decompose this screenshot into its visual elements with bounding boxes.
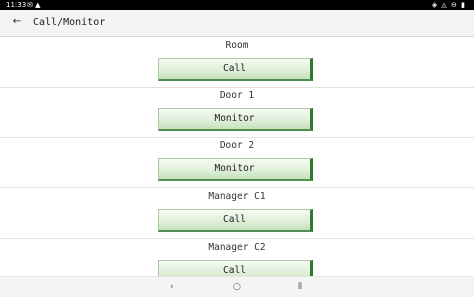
notification-icons: ✉ ▲ — [27, 1, 41, 9]
page-title: Call/Monitor — [33, 17, 106, 28]
nav-recents-icon[interactable]: ⦀ — [298, 281, 302, 293]
system-nav-bar: ‹ ○ ⦀ — [0, 276, 474, 297]
row-label: Manager C2 — [208, 242, 266, 253]
back-arrow-icon[interactable]: ← — [10, 15, 24, 29]
monitor-button[interactable]: Monitor — [158, 108, 313, 131]
list-item-manager-c2: Manager C2 Call — [0, 239, 474, 276]
list-item-door-2: Door 2 Monitor — [0, 137, 474, 188]
list-item-manager-c1: Manager C1 Call — [0, 188, 474, 239]
list-item-room: Room Call — [0, 37, 474, 88]
system-status-icons: ◈ ◬ ⊖ ▮ — [431, 1, 466, 9]
status-bar: 11:33 ✉ ▲ ◈ ◬ ⊖ ▮ — [0, 0, 474, 10]
call-button[interactable]: Call — [158, 209, 313, 232]
list-item-door-1: Door 1 Monitor — [0, 87, 474, 138]
app-bar: ← Call/Monitor — [0, 10, 474, 37]
call-monitor-list[interactable]: Room Call Door 1 Monitor Door 2 Monitor … — [0, 37, 474, 276]
call-button[interactable]: Call — [158, 58, 313, 81]
nav-back-icon[interactable]: ‹ — [170, 281, 174, 293]
status-time: 11:33 — [6, 1, 27, 9]
row-label: Door 2 — [219, 140, 255, 151]
row-label: Manager C1 — [208, 191, 266, 202]
monitor-button[interactable]: Monitor — [158, 158, 313, 181]
call-button[interactable]: Call — [158, 260, 313, 276]
nav-home-icon[interactable]: ○ — [233, 281, 241, 293]
row-label: Room — [225, 40, 249, 51]
row-label: Door 1 — [219, 90, 255, 101]
